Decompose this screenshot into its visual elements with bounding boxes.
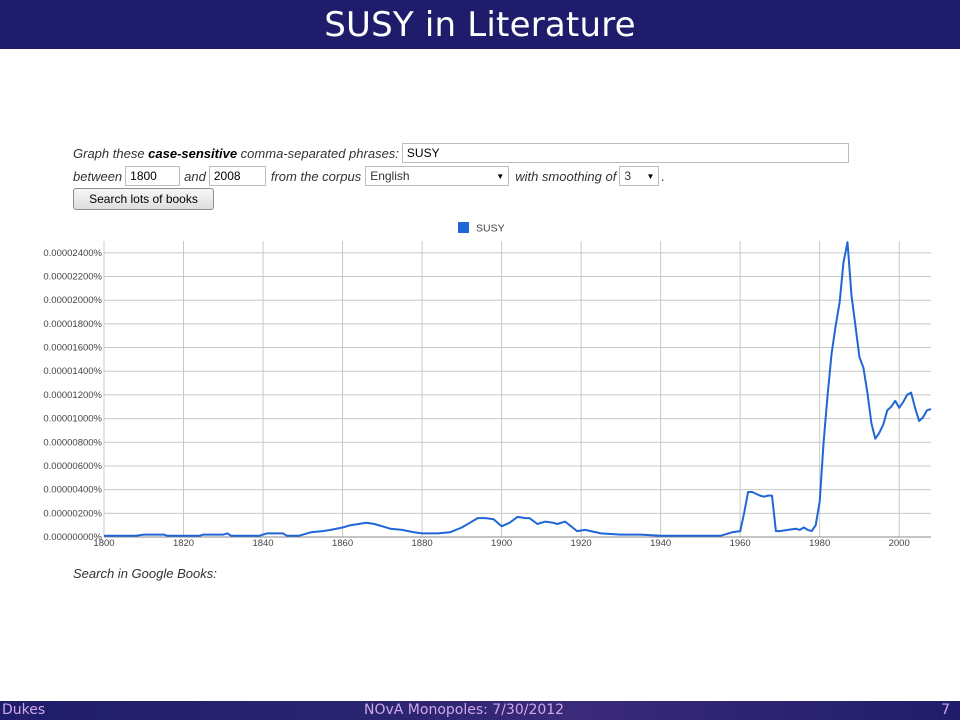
smoothing-value: 3 [624,169,632,183]
corpus-label: from the corpus [270,168,362,184]
x-tick-label: 1980 [809,538,830,549]
and-label: and [184,168,206,184]
corpus-select[interactable]: English ▼ [365,166,510,186]
phrases-row: Graph these case-sensitive comma-separat… [73,143,849,163]
search-books-button[interactable]: Search lots of books [73,188,214,210]
y-tick-label: 0.00002200% [43,272,102,283]
series-line-susy [104,241,932,537]
y-tick-label: 0.00001400% [43,366,102,377]
y-tick-label: 0.00002400% [43,248,102,259]
slide-header: SUSY in Literature [0,0,960,49]
phrases-input[interactable] [401,143,849,163]
x-tick-label: 1960 [730,538,751,549]
y-tick-label: 0.00000600% [43,461,102,472]
footer-page-number: 7 [941,702,950,718]
x-tick-label: 1800 [93,538,114,549]
smoothing-label: with smoothing of [515,168,617,184]
y-tick-label: 0.00000800% [43,437,102,448]
y-tick-label: 0.00001600% [43,343,102,354]
y-tick-label: 0.00001000% [43,414,102,425]
y-tick-label: 0.00001800% [43,319,102,330]
query-options-row: between and from the corpus English ▼ wi… [73,166,665,186]
y-tick-label: 0.00001200% [43,390,102,401]
smoothing-select[interactable]: 3 ▼ [619,166,660,186]
y-tick-label: 0.00002000% [43,295,102,306]
x-tick-label: 1900 [491,538,512,549]
between-label: between [73,168,123,184]
chevron-down-icon: ▼ [646,171,655,181]
x-tick-label: 1840 [252,538,273,549]
x-tick-label: 1820 [173,538,194,549]
x-tick-label: 2000 [889,538,910,549]
end-year-input[interactable] [208,166,266,186]
legend-label: SUSY [476,223,505,235]
footer-author: Dukes [2,702,46,718]
x-tick-label: 1860 [332,538,353,549]
x-tick-label: 1940 [650,538,671,549]
footer-talk-title: NOvA Monopoles: 7/30/2012 [364,702,565,718]
ngram-chart: 0.00000000%0.00000200%0.00000400%0.00000… [43,222,932,549]
corpus-value: English [370,169,410,183]
x-tick-label: 1920 [571,538,592,549]
y-tick-label: 0.00000200% [43,508,102,519]
chevron-down-icon: ▼ [496,171,505,181]
slide-title: SUSY in Literature [324,4,636,45]
search-google-books-label: Search in Google Books: [73,566,217,581]
legend-swatch [458,222,469,233]
period-text: . [661,168,665,184]
start-year-input[interactable] [125,166,181,186]
phrases-label: Graph these case-sensitive comma-separat… [73,145,399,161]
slide-footer: Dukes NOvA Monopoles: 7/30/2012 7 [0,701,960,720]
y-tick-label: 0.00000400% [43,485,102,496]
x-tick-label: 1880 [412,538,433,549]
